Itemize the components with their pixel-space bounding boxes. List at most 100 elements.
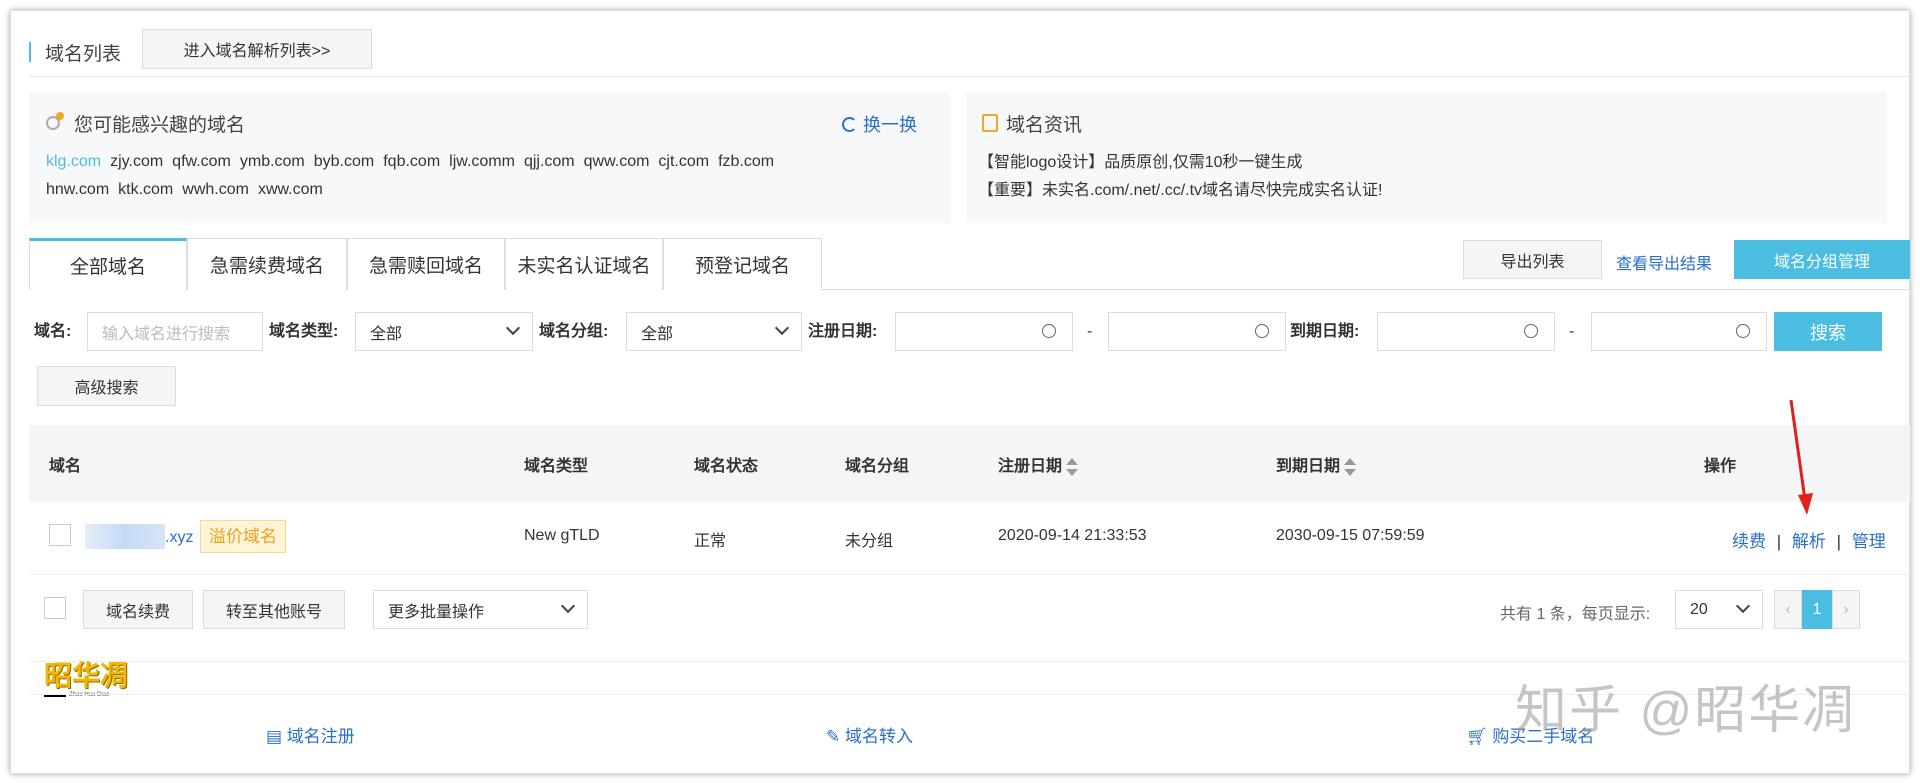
suggested-domain[interactable]: cjt.com	[658, 153, 709, 170]
suggest-box: 您可能感兴趣的域名 换一换 klg.com zjy.com qfw.com ymb.c…	[29, 92, 950, 223]
annotation-arrow	[1789, 399, 1813, 515]
refresh-icon	[842, 116, 857, 132]
page-size-select[interactable]: 20	[1675, 590, 1763, 629]
row-divider	[29, 574, 1910, 575]
register-link[interactable]: ▤ 域名注册	[266, 722, 355, 747]
refresh-button[interactable]: 换一换	[842, 111, 917, 137]
blurred-domain	[85, 524, 165, 549]
domain-search-input[interactable]: 输入域名进行搜索	[87, 312, 263, 351]
select-all-checkbox[interactable]	[44, 597, 66, 619]
export-list-button[interactable]: 导出列表	[1463, 240, 1602, 279]
clock-icon	[1042, 324, 1056, 338]
col-group: 域名分组	[845, 458, 910, 475]
next-page-button[interactable]: ›	[1832, 590, 1860, 629]
news-box: 域名资讯 【智能logo设计】品质原创,仅需10秒一键生成 【重要】未实名.co…	[966, 92, 1887, 223]
suggested-domain[interactable]: ktk.com	[118, 181, 173, 198]
suggested-domain[interactable]: ymb.com	[240, 153, 305, 170]
col-exp-date[interactable]: 到期日期	[1276, 452, 1357, 476]
manage-link[interactable]: 管理	[1852, 532, 1886, 551]
news-item[interactable]: 【重要】未实名.com/.net/.cc/.tv域名请尽快完成实名认证!	[978, 176, 1382, 200]
chevron-down-icon	[1735, 598, 1751, 614]
page-title: 域名列表	[45, 44, 122, 65]
divider	[29, 76, 1910, 77]
transfer-account-button[interactable]: 转至其他账号	[203, 590, 345, 629]
news-item[interactable]: 【智能logo设计】品质原创,仅需10秒一键生成	[978, 148, 1303, 172]
advanced-search-button[interactable]: 高级搜索	[37, 366, 176, 406]
suggested-domain[interactable]: fzb.com	[718, 153, 774, 170]
separator: |	[1776, 532, 1782, 551]
watermark: 知乎 @昭华凋	[1515, 682, 1857, 740]
range-dash: -	[1569, 323, 1575, 340]
table-header	[29, 425, 1910, 502]
search-button[interactable]: 搜索	[1774, 312, 1882, 351]
col-domain: 域名	[49, 458, 82, 475]
clock-icon	[1736, 324, 1750, 338]
clock-icon	[1255, 324, 1269, 338]
type-select[interactable]: 全部	[355, 312, 533, 351]
chevron-down-icon	[505, 320, 521, 336]
type-label: 域名类型:	[269, 323, 339, 340]
news-title: 域名资讯	[1006, 115, 1083, 136]
suggested-domain[interactable]: xww.com	[258, 181, 323, 198]
col-status: 域名状态	[694, 458, 759, 475]
renew-link[interactable]: 续费	[1732, 532, 1766, 551]
chevron-down-icon	[774, 320, 790, 336]
suggested-domain[interactable]: hnw.com	[46, 181, 109, 198]
range-dash: -	[1087, 323, 1093, 340]
col-type: 域名类型	[524, 458, 589, 475]
col-reg-date[interactable]: 注册日期	[998, 452, 1079, 476]
exp-date-end[interactable]	[1591, 312, 1767, 351]
domain-link[interactable]: .xyz	[165, 529, 193, 547]
domain-label: 域名:	[34, 323, 72, 340]
enter-dns-list-button[interactable]: 进入域名解析列表>>	[142, 29, 372, 69]
tab-all-domains[interactable]: 全部域名	[29, 238, 187, 290]
tab-redeem-urgent[interactable]: 急需赎回域名	[347, 238, 505, 290]
premium-badge: 溢价域名	[200, 520, 286, 553]
chevron-down-icon	[560, 598, 576, 614]
title-bar-accent	[29, 42, 31, 62]
cart-icon: 🛒︎	[1466, 727, 1493, 746]
sort-icon[interactable]	[1066, 457, 1079, 476]
page-1-button[interactable]: 1	[1802, 590, 1832, 629]
dns-resolve-link[interactable]: 解析	[1792, 532, 1826, 551]
tab-renew-urgent[interactable]: 急需续费域名	[187, 238, 347, 290]
suggested-domain[interactable]: ljw.comm	[449, 153, 515, 170]
group-select[interactable]: 全部	[626, 312, 802, 351]
row-checkbox[interactable]	[49, 524, 71, 546]
row-ops: 续费 | 解析 | 管理	[1732, 527, 1886, 552]
exp-date-label: 到期日期:	[1290, 323, 1360, 340]
suggested-domain[interactable]: byb.com	[314, 153, 374, 170]
divider	[29, 661, 1910, 662]
suggested-domain[interactable]: fqb.com	[383, 153, 440, 170]
batch-renew-button[interactable]: 域名续费	[83, 590, 193, 629]
exp-date-start[interactable]	[1377, 312, 1555, 351]
domain-status: 正常	[694, 533, 727, 550]
suggested-domain[interactable]: klg.com	[46, 153, 101, 170]
more-batch-select[interactable]: 更多批量操作	[373, 590, 588, 629]
group-manage-button[interactable]: 域名分组管理	[1734, 240, 1910, 279]
register-icon: ▤	[266, 727, 287, 746]
group-label: 域名分组:	[539, 323, 609, 340]
suggested-domain[interactable]: wwh.com	[182, 181, 249, 198]
suggested-domain[interactable]: qww.com	[584, 153, 650, 170]
suggested-domain-list: klg.com zjy.com qfw.com ymb.com byb.com fqb.c…	[46, 148, 774, 204]
prev-page-button[interactable]: ‹	[1774, 590, 1802, 629]
clock-icon	[1524, 324, 1538, 338]
domain-type: New gTLD	[524, 527, 600, 544]
view-export-link[interactable]: 查看导出结果	[1616, 250, 1712, 274]
tab-unverified[interactable]: 未实名认证域名	[505, 238, 663, 290]
pager-summary: 共有 1 条，每页显示:	[1500, 606, 1651, 623]
tab-preregister[interactable]: 预登记域名	[663, 238, 822, 290]
suggested-domain[interactable]: zjy.com	[110, 153, 163, 170]
suggested-domain[interactable]: qjj.com	[524, 153, 575, 170]
sort-icon[interactable]	[1344, 457, 1357, 476]
col-ops: 操作	[1704, 458, 1737, 475]
suggest-title: 您可能感兴趣的域名	[74, 115, 246, 136]
reg-date-end[interactable]	[1108, 312, 1286, 351]
exp-date: 2030-09-15 07:59:59	[1276, 527, 1425, 544]
separator: |	[1836, 532, 1842, 551]
suggested-domain[interactable]: qfw.com	[172, 153, 231, 170]
reg-date-start[interactable]	[895, 312, 1073, 351]
transfer-in-link[interactable]: ✎ 域名转入	[826, 722, 913, 747]
domain-group: 未分组	[845, 533, 894, 550]
